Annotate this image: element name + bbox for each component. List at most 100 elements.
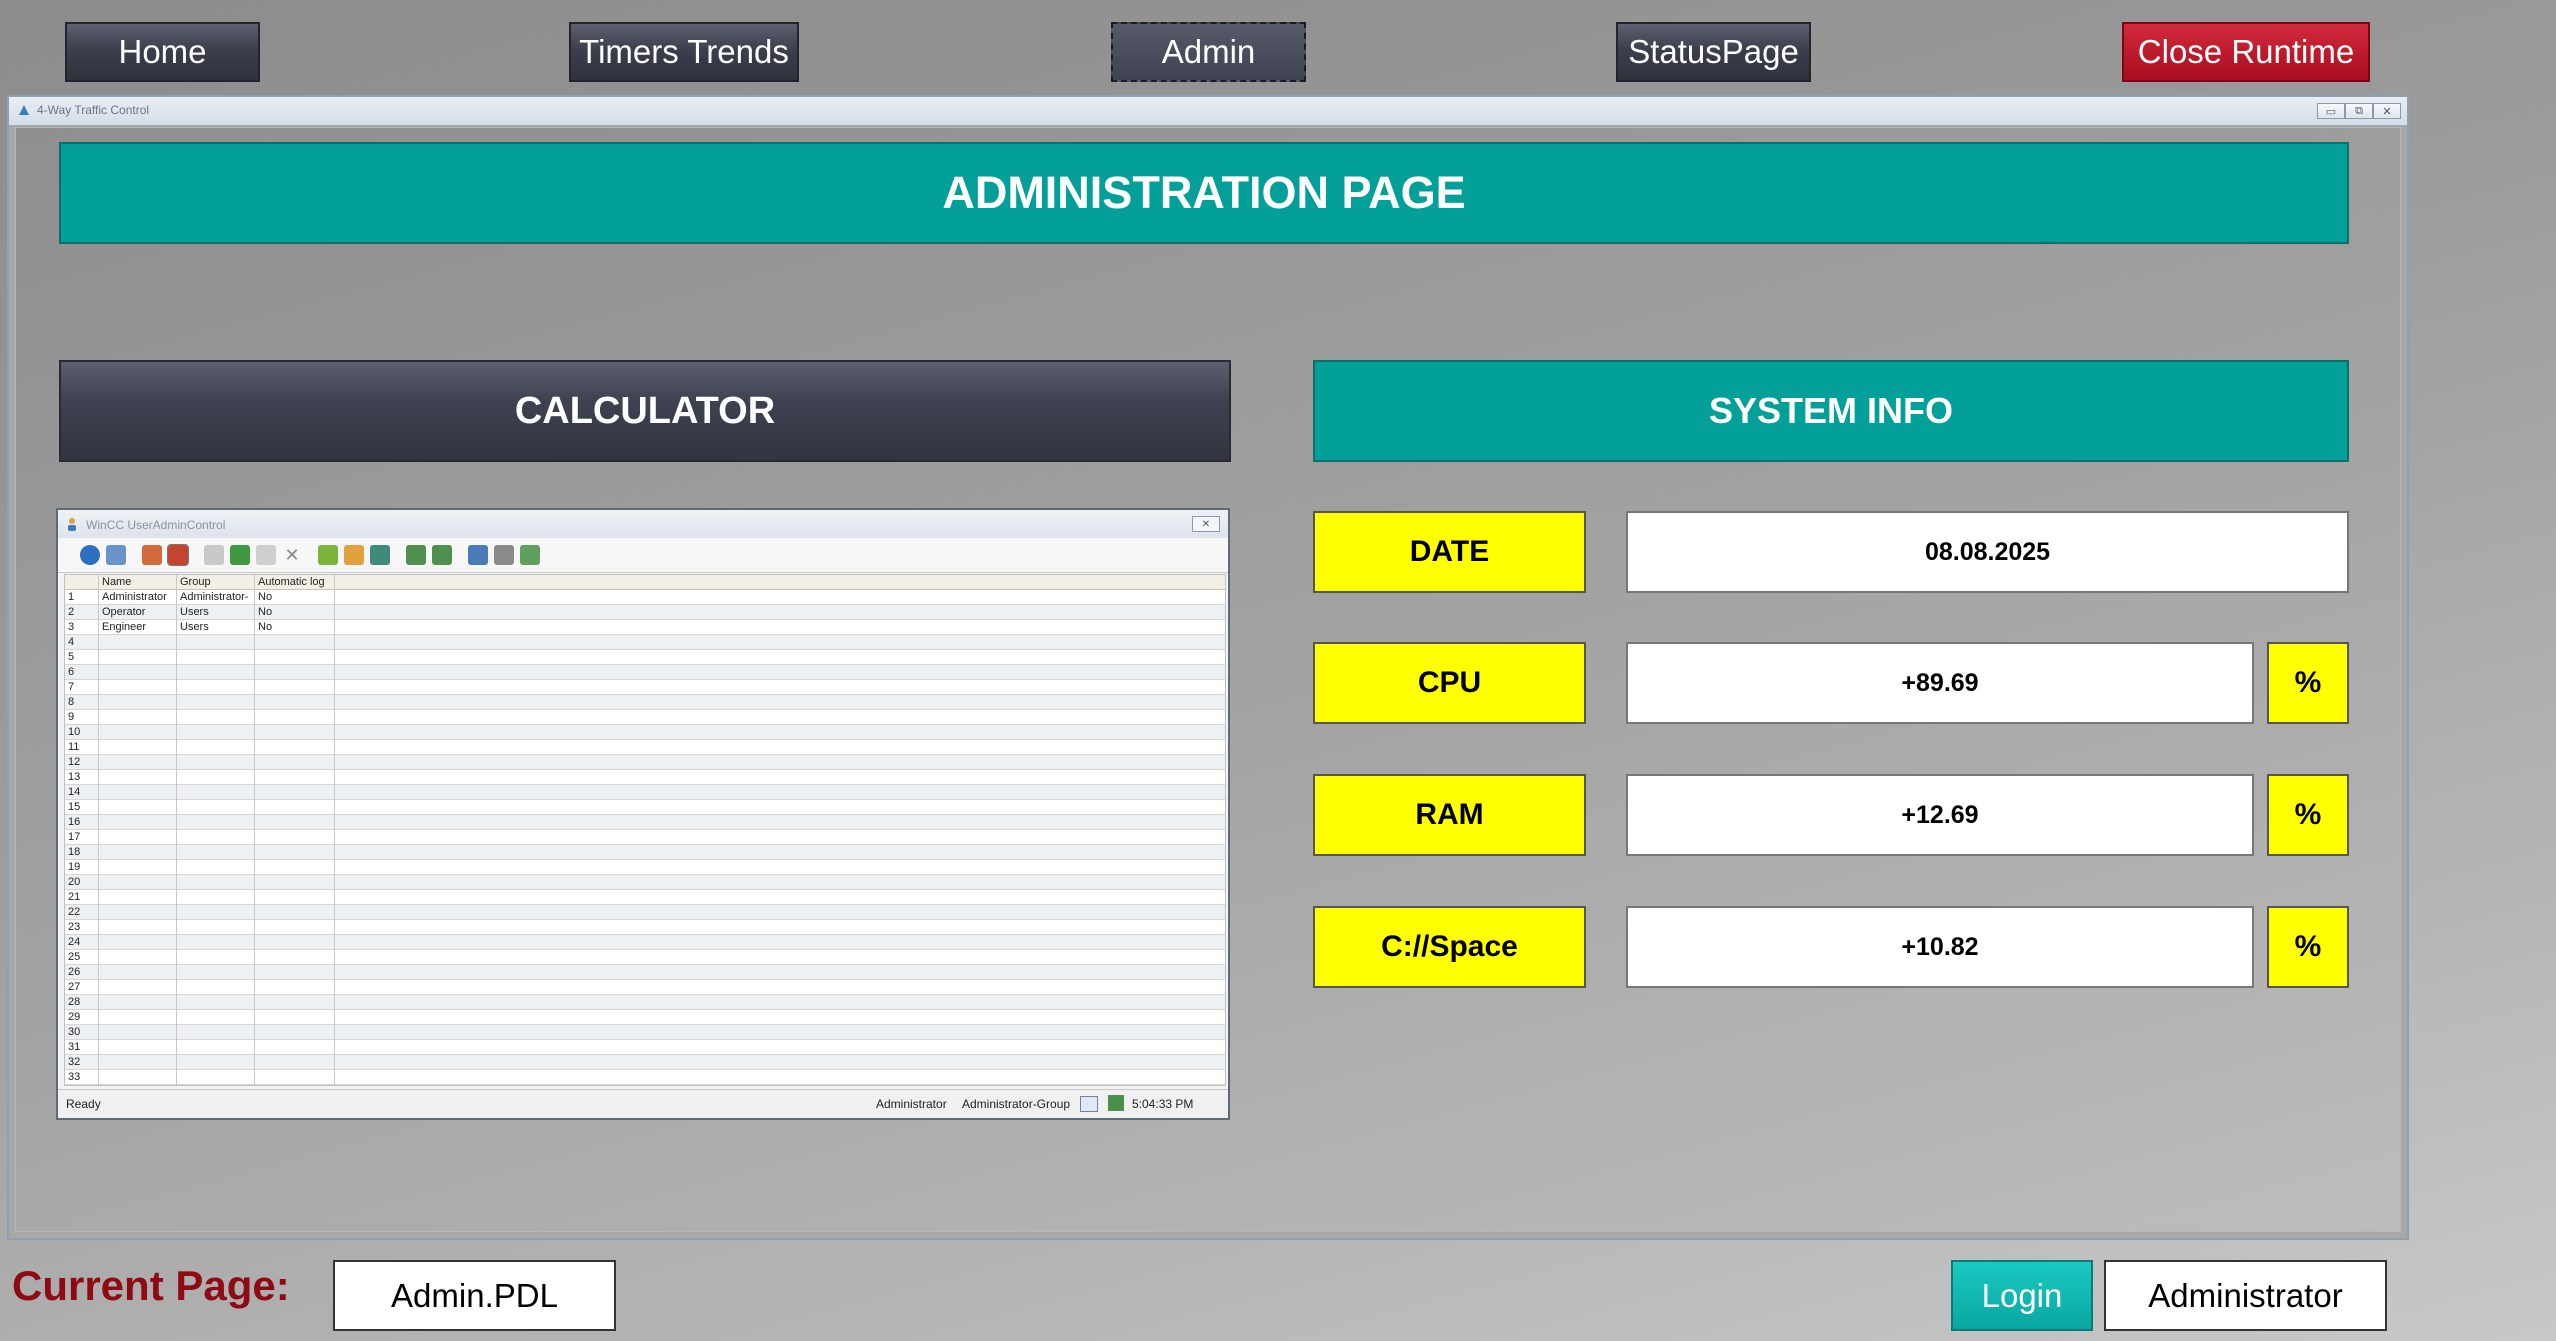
cpu-unit: % [2294,666,2322,699]
row-number: 24 [68,936,81,948]
edit-user-icon[interactable] [204,545,224,565]
login-label: Login [1981,1276,2063,1314]
table-row[interactable]: Operator Users No 2 [65,605,1225,620]
page-title: ADMINISTRATION PAGE [59,142,2349,244]
calculator-label: CALCULATOR [514,389,776,432]
table-row[interactable]: 9 [65,710,1225,725]
column-header-auto-login[interactable]: Automatic log [255,575,335,589]
import-icon[interactable] [318,545,338,565]
print-icon[interactable] [494,545,514,565]
minimize-icon[interactable]: ▭ [2317,103,2345,119]
table-row[interactable]: 25 [65,950,1225,965]
table-row[interactable]: Administrator Administrator- No 1 [65,590,1225,605]
window-close-icon[interactable]: ✕ [2373,103,2401,119]
lock-icon[interactable] [256,545,276,565]
sync-icon[interactable] [370,545,390,565]
table-row[interactable]: 27 [65,980,1225,995]
groups-icon[interactable] [142,545,162,565]
table-row[interactable]: 22 [65,905,1225,920]
table-row[interactable]: 13 [65,770,1225,785]
table-row[interactable]: 32 [65,1055,1225,1070]
table-row[interactable]: 26 [65,965,1225,980]
properties-icon[interactable] [106,545,126,565]
close-runtime-label: Close Runtime [2137,33,2355,70]
status-window-icon [1080,1096,1098,1112]
status-ready: Ready [66,1097,101,1111]
table-row[interactable]: 15 [65,800,1225,815]
date-label-box: DATE [1313,511,1586,593]
table-row[interactable]: 12 [65,755,1225,770]
table-row[interactable]: 11 [65,740,1225,755]
table-row[interactable]: 6 [65,665,1225,680]
column-header-group[interactable]: Group [177,575,255,589]
nav-status-page-button[interactable]: StatusPage [1616,22,1811,82]
row-number: 20 [68,876,81,888]
download-icon[interactable] [432,545,452,565]
calculator-button[interactable]: CALCULATOR [59,360,1231,462]
table-row[interactable]: Engineer Users No 3 [65,620,1225,635]
users-icon [68,518,76,531]
current-page-label: Current Page: [12,1262,290,1309]
add-user-icon[interactable] [230,545,250,565]
ram-unit: % [2294,798,2322,831]
row-number: 11 [68,741,80,753]
table-row[interactable]: 8 [65,695,1225,710]
nav-home-label: Home [118,33,207,70]
restore-icon[interactable]: ⧉ [2345,103,2373,119]
table-row[interactable]: 5 [65,650,1225,665]
row-number: 21 [68,891,81,903]
window-title: 4-Way Traffic Control [37,103,150,117]
user-admin-control[interactable]: WinCC UserAdminControl ✕ ✕ Name Group Au… [56,508,1230,1120]
column-header-name[interactable]: Name [99,575,177,589]
table-row[interactable]: 28 [65,995,1225,1010]
nav-home-button[interactable]: Home [65,22,260,82]
space-value-field: +10.82 [1626,906,2254,988]
nav-timers-trends-button[interactable]: Timers Trends [569,22,799,82]
date-label: DATE [1409,535,1490,568]
status-time: 5:04:33 PM [1132,1097,1194,1111]
table-row[interactable]: 7 [65,680,1225,695]
row-number: 7 [68,681,75,693]
table-row[interactable]: 20 [65,875,1225,890]
window-title-bar[interactable]: 4-Way Traffic Control ▭ ⧉ ✕ [9,97,2407,126]
row-number: 30 [68,1026,81,1038]
table-row[interactable]: 24 [65,935,1225,950]
users-view-icon[interactable] [167,544,189,566]
table-row[interactable]: 30 [65,1025,1225,1040]
user-table[interactable]: Name Group Automatic log Administrator Ad… [64,574,1226,1086]
table-row[interactable]: 16 [65,815,1225,830]
table-row[interactable]: 17 [65,830,1225,845]
uac-status-bar: Ready Administrator Administrator-Group … [58,1089,1228,1118]
uac-toolbar: ✕ [58,538,1228,573]
table-row[interactable]: 21 [65,890,1225,905]
help-icon[interactable] [80,545,100,565]
row-number: 5 [68,651,75,663]
upload-icon[interactable] [406,545,426,565]
table-row[interactable]: 23 [65,920,1225,935]
table-row[interactable]: 34 [65,1085,1225,1086]
nav-admin-label: Admin [1161,33,1256,70]
system-info-header: SYSTEM INFO [1313,360,2349,462]
close-runtime-button[interactable]: Close Runtime [2122,22,2370,82]
table-row[interactable]: 4 [65,635,1225,650]
table-row[interactable]: 19 [65,860,1225,875]
delete-icon[interactable]: ✕ [282,545,302,565]
row-number: 10 [68,726,81,738]
table-row[interactable]: 29 [65,1010,1225,1025]
login-button[interactable]: Login [1951,1260,2093,1331]
export-icon[interactable] [344,545,364,565]
cpu-label: CPU [1417,666,1482,699]
table-row[interactable]: 31 [65,1040,1225,1055]
table-row[interactable]: 18 [65,845,1225,860]
uac-title: WinCC UserAdminControl [86,518,226,532]
table-row[interactable]: 33 [65,1070,1225,1085]
uac-close-icon[interactable]: ✕ [1192,516,1220,532]
row-number: 14 [68,786,81,798]
exit-icon[interactable] [520,545,540,565]
ram-value-field: +12.69 [1626,774,2254,856]
table-row[interactable]: 14 [65,785,1225,800]
row-number: 32 [68,1056,81,1068]
nav-admin-button[interactable]: Admin [1111,22,1306,82]
report-icon[interactable] [468,545,488,565]
table-row[interactable]: 10 [65,725,1225,740]
